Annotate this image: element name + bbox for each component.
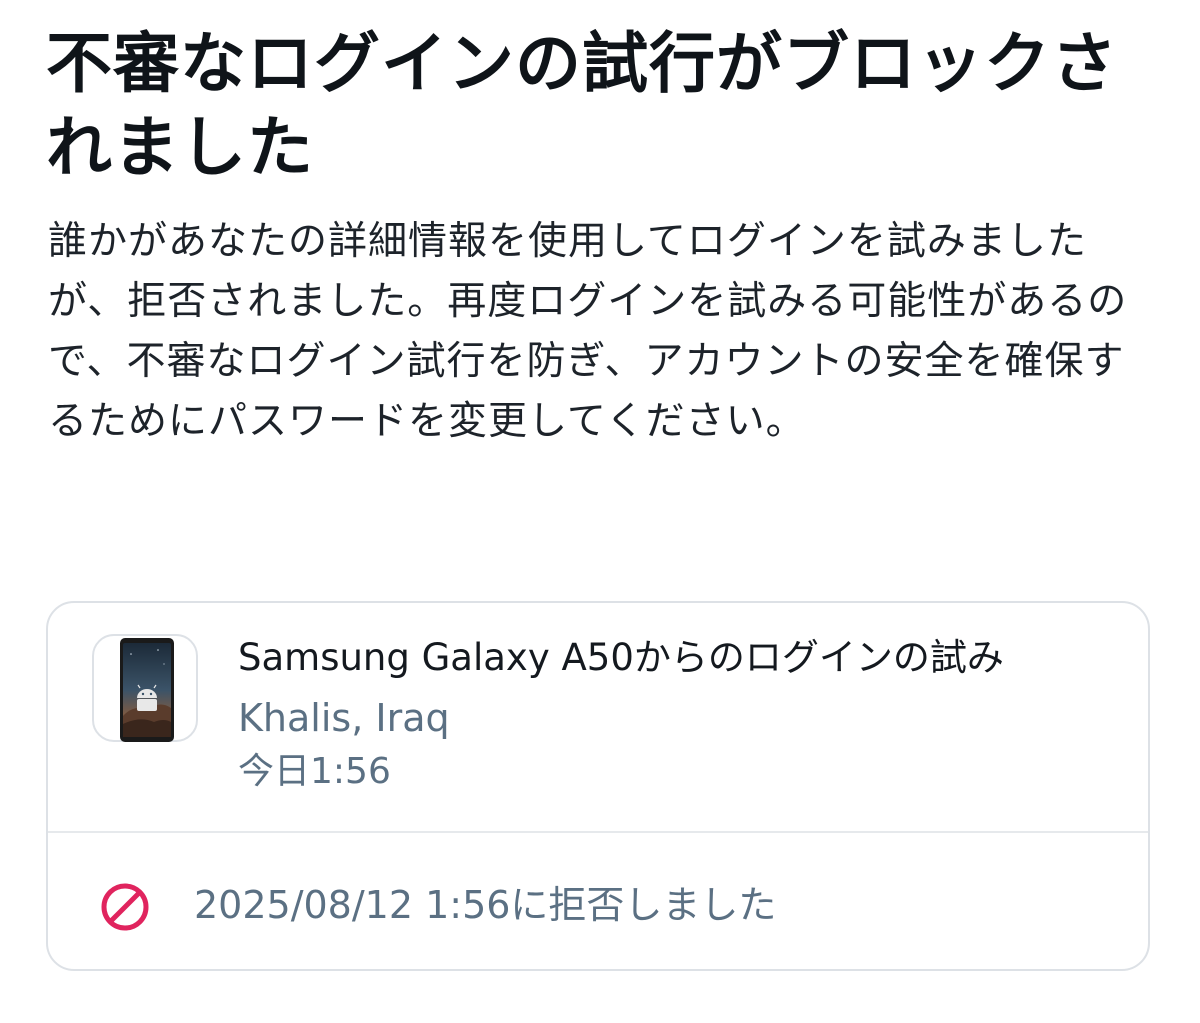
device-tile (92, 634, 198, 742)
page-title: 不審なログインの試行がブロックされました (46, 25, 1118, 186)
login-time: 今日1:56 (238, 751, 391, 792)
android-phone-icon (120, 638, 174, 742)
prohibited-icon (101, 883, 149, 931)
login-attempt-card: Samsung Galaxy A50からのログインの試み Khalis, Ira… (46, 601, 1150, 971)
device-name: Samsung Galaxy A50からのログインの試み (238, 636, 1004, 679)
blocked-status-text: 2025/08/12 1:56に拒否しました (194, 883, 777, 927)
card-divider (48, 831, 1148, 833)
page-description: 誰かがあなたの詳細情報を使用してログインを試みましたが、拒否されました。再度ログ… (48, 219, 1128, 444)
login-location: Khalis, Iraq (238, 696, 450, 740)
